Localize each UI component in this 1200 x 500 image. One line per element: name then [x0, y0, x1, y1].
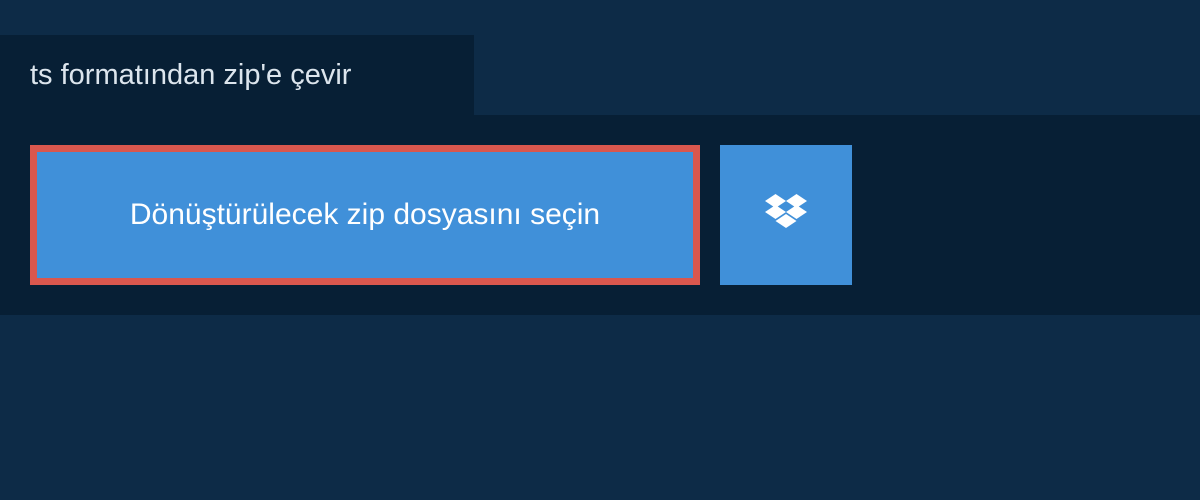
dropbox-icon: [765, 194, 807, 237]
main-panel: Dönüştürülecek zip dosyasını seçin: [0, 115, 1200, 315]
file-select-label: Dönüştürülecek zip dosyasını seçin: [130, 198, 600, 232]
dropbox-button[interactable]: [720, 145, 852, 285]
tab-label: ts formatından zip'e çevir: [30, 59, 351, 92]
file-select-button[interactable]: Dönüştürülecek zip dosyasını seçin: [30, 145, 700, 285]
button-row: Dönüştürülecek zip dosyasını seçin: [30, 145, 1170, 285]
conversion-tab[interactable]: ts formatından zip'e çevir: [0, 35, 474, 115]
